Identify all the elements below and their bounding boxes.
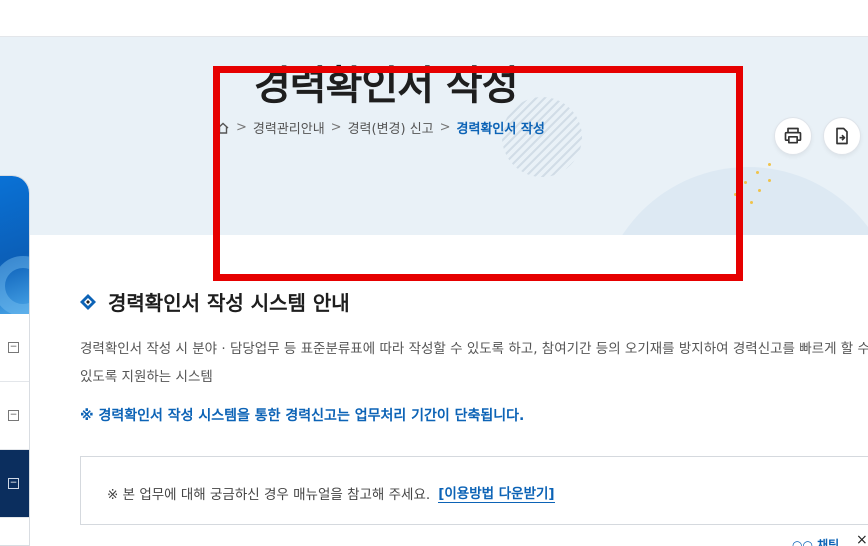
section-title: 경력확인서 작성 시스템 안내 xyxy=(80,287,350,316)
section-title-text: 경력확인서 작성 시스템 안내 xyxy=(108,291,350,315)
top-bar xyxy=(0,0,868,37)
manual-info-box: ※ 본 업무에 대해 궁금하신 경우 매뉴얼을 참고해 주세요. [이용방법 다… xyxy=(80,456,868,525)
side-menu: − − − xyxy=(0,175,30,546)
side-menu-banner xyxy=(0,176,29,316)
document-export-icon xyxy=(836,127,848,145)
collapse-icon[interactable]: − xyxy=(8,342,19,353)
breadcrumb-item[interactable]: 경력(변경) 신고 xyxy=(348,118,434,137)
manual-info: ※ 본 업무에 대해 궁금하신 경우 매뉴얼을 참고해 주세요. [이용방법 다… xyxy=(107,482,555,503)
diamond-bullet-icon xyxy=(80,293,96,310)
side-menu-item-active[interactable]: − xyxy=(0,450,29,518)
description-line: 경력확인서 작성 시 분야 · 담당업무 등 표준분류표에 따라 작성할 수 있… xyxy=(80,341,868,357)
print-icon xyxy=(784,127,802,144)
side-menu-item[interactable]: − xyxy=(0,382,29,450)
collapse-icon[interactable]: − xyxy=(8,410,19,421)
manual-download-link[interactable]: [이용방법 다운받기] xyxy=(438,482,555,503)
export-button[interactable] xyxy=(823,117,861,155)
breadcrumb-current: 경력확인서 작성 xyxy=(456,122,545,137)
breadcrumb-item[interactable]: 경력관리안내 xyxy=(253,118,325,137)
chat-widget-label[interactable]: ○○ 채팅 xyxy=(792,536,839,546)
description-line: 있도록 지원하는 시스템 xyxy=(80,369,213,385)
print-button[interactable] xyxy=(774,117,812,155)
collapse-icon[interactable]: − xyxy=(8,478,19,489)
decor-dots xyxy=(732,163,776,207)
breadcrumb-separator: > xyxy=(439,120,451,135)
side-menu-item[interactable]: − xyxy=(0,314,29,382)
notice-text: ※ 경력확인서 작성 시스템을 통한 경력신고는 업무처리 기간이 단축됩니다. xyxy=(80,408,525,424)
breadcrumb: > 경력관리안내 > 경력(변경) 신고 > 경력확인서 작성 xyxy=(216,118,545,137)
section-description: 경력확인서 작성 시 분야 · 담당업무 등 표준분류표에 따라 작성할 수 있… xyxy=(80,335,868,391)
breadcrumb-separator: > xyxy=(330,120,342,135)
close-icon[interactable]: × xyxy=(856,532,868,546)
manual-info-text: ※ 본 업무에 대해 궁금하신 경우 매뉴얼을 참고해 주세요. xyxy=(107,486,431,503)
page-title: 경력확인서 작성 xyxy=(254,63,519,109)
home-icon[interactable] xyxy=(216,121,230,135)
breadcrumb-separator: > xyxy=(236,120,247,135)
